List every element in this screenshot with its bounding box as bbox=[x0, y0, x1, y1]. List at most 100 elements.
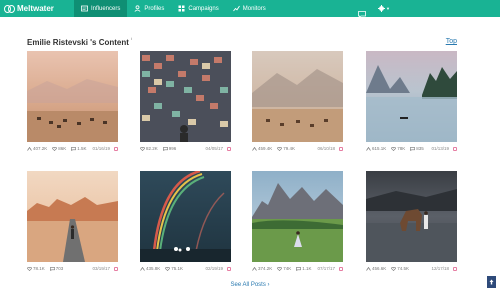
top-link[interactable]: Top bbox=[446, 38, 457, 45]
likes-value: 86K bbox=[58, 146, 67, 151]
post-card[interactable]: 407.2K 86K 1.5K 01/16/19 bbox=[27, 51, 118, 153]
comments-stat: 1.5K bbox=[71, 146, 87, 151]
instagram-icon bbox=[339, 146, 343, 151]
comments-stat: 703 bbox=[49, 266, 63, 271]
comments-value: 996 bbox=[168, 146, 177, 151]
chevron-down-icon: ▼ bbox=[386, 6, 390, 11]
heart-icon bbox=[27, 266, 32, 271]
heart-icon bbox=[52, 146, 58, 151]
post-stats: 456.6K 74.5K 12/17/18 bbox=[366, 264, 457, 273]
nav-label-campaigns: Campaigns bbox=[188, 5, 219, 12]
post-stats: 374.2K 74K 1.1K 07/17/17 bbox=[252, 264, 343, 273]
likes-stat: 79.4K bbox=[277, 146, 295, 151]
nav-label-profiles: Profiles bbox=[144, 5, 165, 12]
profiles-icon bbox=[134, 5, 141, 12]
comment-icon bbox=[49, 266, 55, 271]
likes-stat: 82.2K bbox=[140, 146, 158, 151]
settings-menu[interactable]: ▼ bbox=[378, 5, 390, 12]
post-card[interactable]: 459.4K 79.4K 06/10/18 bbox=[252, 51, 343, 153]
likes-stat: 74K bbox=[277, 266, 291, 271]
brand-logo[interactable]: Meltwater bbox=[0, 0, 74, 17]
post-card[interactable]: 82.2K 996 04/05/17 bbox=[140, 51, 231, 153]
likes-value: 75.1K bbox=[171, 266, 184, 271]
comments-stat: 996 bbox=[162, 146, 177, 151]
comments-value: 835 bbox=[416, 146, 424, 151]
post-stats: 82.2K 996 04/05/17 bbox=[140, 144, 231, 153]
reach-stat: 459.4K bbox=[252, 146, 272, 151]
reach-value: 459.4K bbox=[258, 146, 273, 151]
post-card[interactable]: 615.1K 78K 835 01/13/19 bbox=[366, 51, 457, 153]
nav-item-campaigns[interactable]: Campaigns bbox=[171, 0, 225, 17]
post-date: 03/19/17 bbox=[92, 266, 110, 271]
post-card[interactable]: 456.6K 74.5K 12/17/18 bbox=[366, 171, 457, 273]
post-image[interactable] bbox=[140, 51, 231, 142]
likes-value: 78K bbox=[397, 146, 406, 151]
reach-stat: 435.8K bbox=[140, 266, 160, 271]
comment-icon bbox=[71, 146, 77, 151]
nav-item-influencers[interactable]: Influencers bbox=[74, 0, 128, 17]
likes-stat: 75.1K bbox=[165, 266, 183, 271]
heart-icon bbox=[165, 266, 171, 271]
instagram-icon bbox=[227, 146, 231, 151]
likes-value: 74.5K bbox=[397, 266, 410, 271]
post-image[interactable] bbox=[140, 171, 231, 262]
nav-utilities: ▼ bbox=[358, 0, 390, 19]
instagram-icon bbox=[227, 266, 231, 271]
meltwater-logo-icon bbox=[4, 4, 15, 13]
nav-item-monitors[interactable]: Monitors bbox=[226, 0, 273, 17]
reach-value: 374.2K bbox=[258, 266, 273, 271]
influencers-icon bbox=[81, 5, 88, 12]
nav-item-profiles[interactable]: Profiles bbox=[127, 0, 171, 17]
post-image[interactable] bbox=[252, 171, 343, 262]
heart-icon bbox=[391, 146, 397, 151]
post-date: 06/10/18 bbox=[317, 146, 335, 151]
reach-stat: 374.2K bbox=[252, 266, 272, 271]
heart-icon bbox=[391, 266, 397, 271]
post-image[interactable] bbox=[27, 51, 118, 142]
post-card[interactable]: 78.1K 703 03/19/17 bbox=[27, 171, 118, 273]
likes-stat: 78.1K bbox=[27, 266, 45, 271]
likes-value: 78.1K bbox=[33, 266, 45, 271]
post-image[interactable] bbox=[252, 51, 343, 142]
likes-stat: 78K bbox=[391, 146, 405, 151]
instagram-icon bbox=[114, 266, 118, 271]
brand-name: Meltwater bbox=[17, 4, 54, 13]
post-card[interactable]: 374.2K 74K 1.1K 07/17/17 bbox=[252, 171, 343, 273]
see-all-posts-link[interactable]: See All Posts › bbox=[230, 282, 269, 288]
likes-stat: 74.5K bbox=[391, 266, 409, 271]
comments-stat: 1.1K bbox=[296, 266, 312, 271]
post-image[interactable] bbox=[27, 171, 118, 262]
page-title: Emilie Ristevski 's Content bbox=[27, 38, 129, 47]
arrow-up-icon bbox=[489, 279, 494, 285]
post-stats: 435.8K 75.1K 02/19/19 bbox=[140, 264, 231, 273]
comments-value: 1.5K bbox=[77, 146, 87, 151]
heart-icon bbox=[277, 266, 283, 271]
post-date: 07/17/17 bbox=[317, 266, 335, 271]
instagram-icon bbox=[453, 146, 457, 151]
reach-value: 435.8K bbox=[146, 266, 161, 271]
scroll-to-top-button[interactable] bbox=[487, 276, 496, 288]
reach-icon bbox=[366, 146, 371, 151]
reach-icon bbox=[252, 146, 257, 151]
reach-icon bbox=[252, 266, 257, 271]
post-image[interactable] bbox=[366, 171, 457, 262]
likes-value: 74K bbox=[283, 266, 292, 271]
post-date: 02/19/19 bbox=[205, 266, 223, 271]
instagram-icon bbox=[114, 146, 118, 151]
see-all-label: See All Posts bbox=[230, 282, 266, 288]
reach-stat: 456.6K bbox=[366, 266, 386, 271]
reach-value: 615.1K bbox=[372, 146, 387, 151]
comment-icon bbox=[296, 266, 302, 271]
gear-icon bbox=[378, 5, 386, 12]
comment-icon bbox=[410, 146, 416, 151]
post-stats: 459.4K 79.4K 06/10/18 bbox=[252, 144, 343, 153]
post-card[interactable]: 435.8K 75.1K 02/19/19 bbox=[140, 171, 231, 273]
post-stats: 615.1K 78K 835 01/13/19 bbox=[366, 144, 457, 153]
info-icon[interactable]: i bbox=[131, 36, 132, 41]
post-date: 01/13/19 bbox=[431, 146, 449, 151]
chevron-right-icon: › bbox=[267, 282, 270, 288]
reach-value: 456.6K bbox=[372, 266, 387, 271]
post-image[interactable] bbox=[366, 51, 457, 142]
post-date: 04/05/17 bbox=[205, 146, 223, 151]
chat-bubble-icon[interactable] bbox=[358, 5, 366, 19]
